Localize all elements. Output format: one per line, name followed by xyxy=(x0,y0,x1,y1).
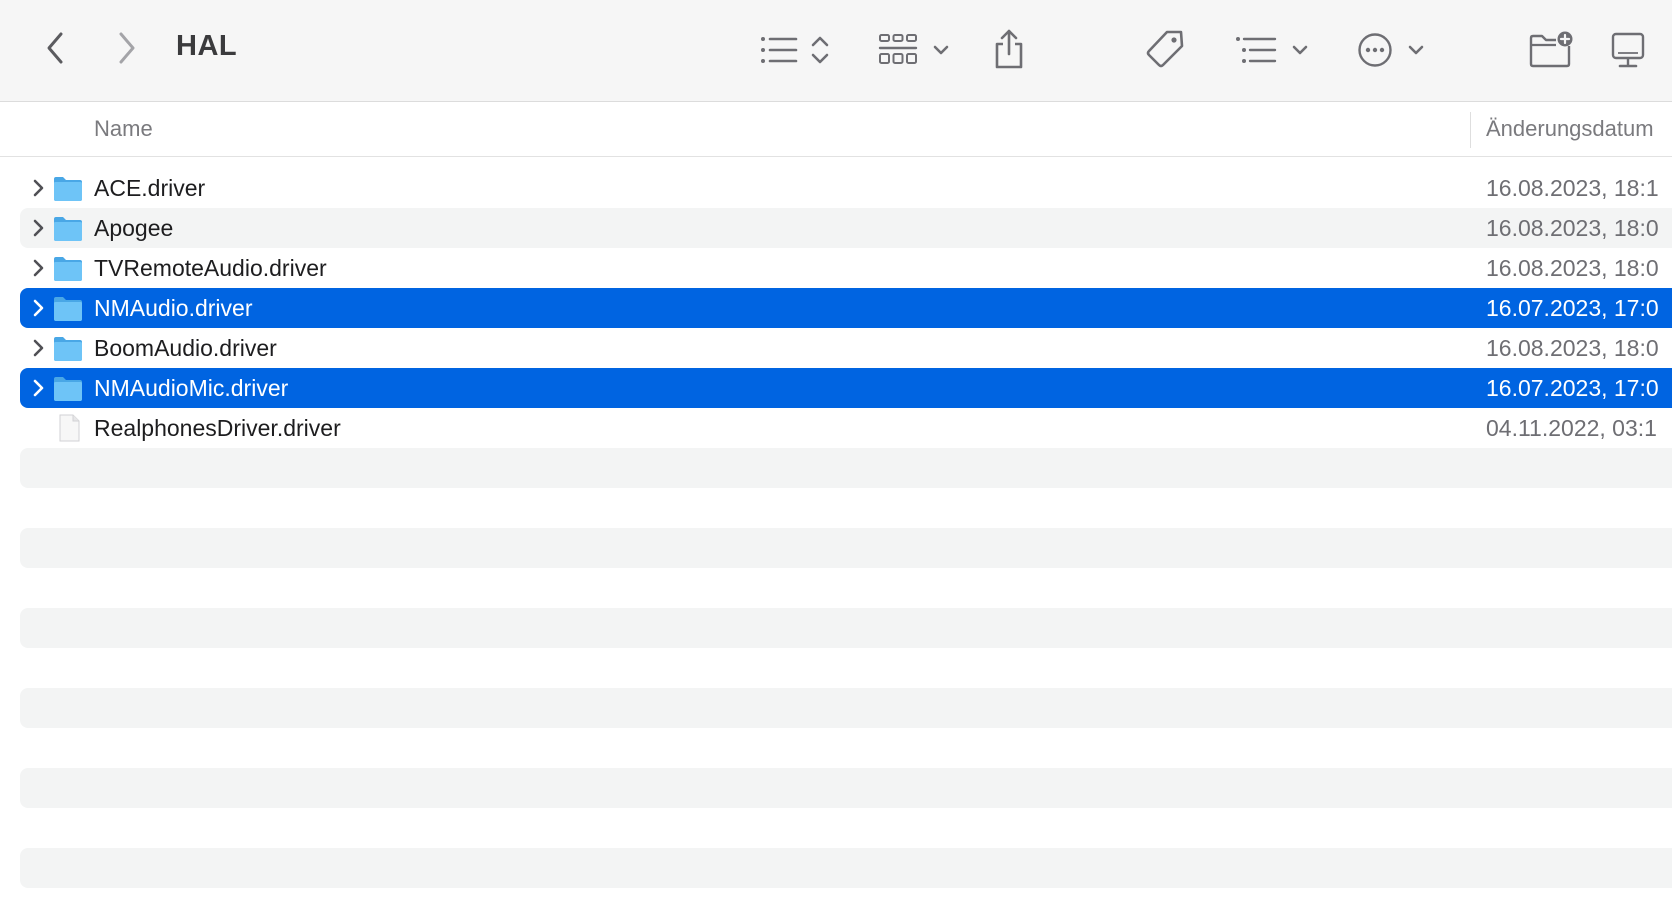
folder-icon xyxy=(54,297,82,321)
window-title: HAL xyxy=(176,30,238,62)
file-name: RealphonesDriver.driver xyxy=(94,415,341,441)
folder-icon xyxy=(54,217,82,241)
chevron-right-icon xyxy=(33,299,44,317)
disclosure-chevron[interactable] xyxy=(28,177,50,199)
file-date: 16.08.2023, 18:1 xyxy=(1486,175,1659,201)
chevron-right-icon xyxy=(33,379,44,397)
more-circle-icon xyxy=(1358,33,1392,67)
sort-updown-icon xyxy=(811,36,829,64)
folder-icon xyxy=(54,177,82,201)
file-date: 16.07.2023, 17:0 xyxy=(1486,295,1659,321)
file-date: 16.07.2023, 17:0 xyxy=(1486,375,1659,401)
group-view-button[interactable] xyxy=(876,28,952,72)
file-row[interactable]: BoomAudio.driver 16.08.2023, 18:0 xyxy=(20,328,1672,368)
tag-icon xyxy=(1146,30,1184,68)
chevron-down-icon xyxy=(1408,45,1424,55)
share-button[interactable] xyxy=(990,26,1028,72)
group-list-icon xyxy=(1236,37,1277,63)
chevron-right-icon xyxy=(119,32,135,64)
chevron-left-icon xyxy=(47,32,63,64)
file-date: 16.08.2023, 18:0 xyxy=(1486,215,1659,241)
file-date: 16.08.2023, 18:0 xyxy=(1486,335,1659,361)
tags-button[interactable] xyxy=(1144,28,1186,70)
empty-row xyxy=(20,528,1672,568)
file-row[interactable]: RealphonesDriver.driver 04.11.2022, 03:1 xyxy=(20,408,1672,448)
chevron-right-icon xyxy=(33,339,44,357)
chevron-right-icon xyxy=(33,259,44,277)
empty-row xyxy=(20,768,1672,808)
file-name: Apogee xyxy=(94,215,174,241)
empty-row xyxy=(20,688,1672,728)
disclosure-chevron[interactable] xyxy=(28,337,50,359)
file-row[interactable]: TVRemoteAudio.driver 16.08.2023, 18:0 xyxy=(20,248,1672,288)
empty-row xyxy=(20,448,1672,488)
column-divider[interactable] xyxy=(1470,112,1471,148)
file-row-selected[interactable]: NMAudioMic.driver 16.07.2023, 17:0 xyxy=(20,368,1672,408)
empty-row xyxy=(20,608,1672,648)
grid-view-icon xyxy=(878,34,918,64)
file-row[interactable]: ACE.driver 16.08.2023, 18:1 xyxy=(20,168,1672,208)
display-icon xyxy=(1611,32,1645,68)
chevron-down-icon xyxy=(1292,45,1308,55)
back-button[interactable] xyxy=(38,28,74,68)
file-row[interactable]: Apogee 16.08.2023, 18:0 xyxy=(20,208,1672,248)
folder-icon xyxy=(54,337,82,361)
share-icon xyxy=(995,29,1023,69)
forward-button[interactable] xyxy=(108,28,144,68)
column-name-header[interactable]: Name xyxy=(94,116,153,142)
view-as-list-button[interactable] xyxy=(756,28,836,72)
file-date: 04.11.2022, 03:1 xyxy=(1486,415,1657,441)
column-header: Name Änderungsdatum xyxy=(0,102,1672,157)
chevron-right-icon xyxy=(33,219,44,237)
disclosure-chevron[interactable] xyxy=(28,217,50,239)
file-row-selected[interactable]: NMAudio.driver 16.07.2023, 17:0 xyxy=(20,288,1672,328)
disclosure-chevron[interactable] xyxy=(28,297,50,319)
list-view-icon xyxy=(761,37,798,63)
chevron-down-icon xyxy=(933,45,949,55)
file-name: BoomAudio.driver xyxy=(94,335,277,361)
file-date: 16.08.2023, 18:0 xyxy=(1486,255,1659,281)
new-folder-button[interactable] xyxy=(1528,28,1574,70)
folder-icon xyxy=(54,377,82,401)
display-button[interactable] xyxy=(1608,28,1648,72)
file-name: NMAudioMic.driver xyxy=(94,375,289,401)
disclosure-chevron[interactable] xyxy=(28,377,50,399)
group-by-button[interactable] xyxy=(1232,28,1312,72)
toolbar: HAL xyxy=(0,0,1672,102)
disclosure-chevron[interactable] xyxy=(28,257,50,279)
column-date-header[interactable]: Änderungsdatum xyxy=(1486,116,1654,142)
document-icon xyxy=(59,414,80,442)
file-name: TVRemoteAudio.driver xyxy=(94,255,327,281)
new-folder-icon xyxy=(1529,31,1573,68)
action-menu-button[interactable] xyxy=(1356,28,1426,72)
empty-row xyxy=(20,848,1672,888)
folder-icon xyxy=(54,257,82,281)
file-name: NMAudio.driver xyxy=(94,295,253,321)
file-name: ACE.driver xyxy=(94,175,206,201)
chevron-right-icon xyxy=(33,179,44,197)
